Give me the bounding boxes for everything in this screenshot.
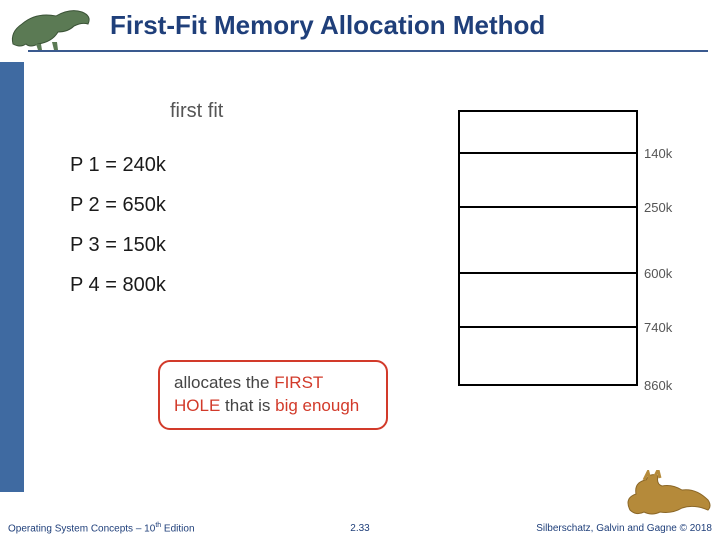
callout-box: allocates the FIRST HOLE that is big eno… [158, 360, 388, 430]
footer-right: Silberschatz, Galvin and Gagne © 2018 [536, 523, 712, 534]
memory-size-label: 140k [644, 146, 692, 161]
process-item: P 4 = 800k [70, 265, 166, 305]
footer-left: Operating System Concepts – 10th Edition [8, 522, 195, 534]
process-item: P 2 = 650k [70, 185, 166, 225]
memory-size-label: 600k [644, 266, 692, 281]
process-item: P 1 = 240k [70, 145, 166, 185]
dinosaur-top-icon [8, 2, 96, 50]
memory-block: 740k [458, 272, 638, 326]
left-sidebar-accent [0, 62, 24, 492]
callout-text: that is [220, 396, 275, 415]
footer-center: 2.33 [350, 523, 369, 534]
memory-size-label: 860k [644, 378, 692, 393]
process-list: P 1 = 240k P 2 = 650k P 3 = 150k P 4 = 8… [70, 145, 166, 305]
footer-text: Operating System Concepts – 10 [8, 523, 155, 534]
slide-header: First-Fit Memory Allocation Method [0, 0, 720, 62]
memory-block: 860k [458, 326, 638, 386]
slide-content: first fit P 1 = 240k P 2 = 650k P 3 = 15… [40, 70, 710, 500]
memory-block: 250k [458, 152, 638, 206]
memory-size-label: 250k [644, 200, 692, 215]
callout-text: allocates the [174, 373, 274, 392]
memory-size-label: 740k [644, 320, 692, 335]
algorithm-label: first fit [170, 100, 223, 123]
slide-footer: Operating System Concepts – 10th Edition… [0, 516, 720, 540]
memory-block: 140k [458, 110, 638, 152]
memory-block: 600k [458, 206, 638, 272]
memory-diagram: 140k 250k 600k 740k 860k [458, 110, 638, 386]
title-divider [28, 50, 708, 52]
footer-text: Edition [161, 523, 194, 534]
callout-em: big enough [275, 396, 359, 415]
dinosaur-bottom-icon [624, 470, 714, 518]
process-item: P 3 = 150k [70, 225, 166, 265]
slide: First-Fit Memory Allocation Method first… [0, 0, 720, 540]
slide-title: First-Fit Memory Allocation Method [110, 10, 545, 41]
